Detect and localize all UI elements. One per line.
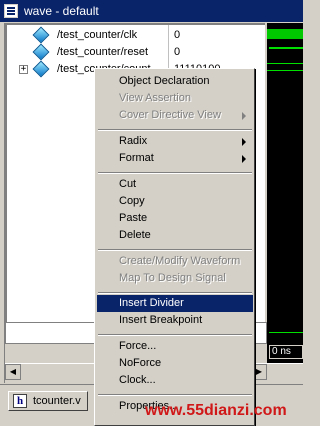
menu-item-create-modify-waveform[interactable]: Create/Modify Waveform xyxy=(97,253,253,270)
menu-item-map-to-design-signal[interactable]: Map To Design Signal xyxy=(97,270,253,287)
menu-separator xyxy=(98,394,252,396)
signal-diamond-icon xyxy=(32,43,50,61)
clk-waveform xyxy=(267,29,303,39)
file-h-icon: h xyxy=(13,394,27,408)
waveform-pane[interactable] xyxy=(267,23,303,371)
menu-item-radix[interactable]: Radix xyxy=(97,133,253,150)
menu-item-force[interactable]: Force... xyxy=(97,338,253,355)
menu-item-paste[interactable]: Paste xyxy=(97,210,253,227)
signal-name: /test_counter/clk xyxy=(57,29,138,41)
menu-separator xyxy=(98,172,252,174)
submenu-arrow-icon xyxy=(242,155,246,163)
menu-item-noforce[interactable]: NoForce xyxy=(97,355,253,372)
menu-item-cover-directive-view[interactable]: Cover Directive View xyxy=(97,107,253,124)
menu-item-delete[interactable]: Delete xyxy=(97,227,253,244)
context-menu: Object Declaration View Assertion Cover … xyxy=(94,68,255,426)
time-ruler xyxy=(269,325,303,333)
menu-item-clock[interactable]: Clock... xyxy=(97,372,253,389)
signal-name: /test_counter/reset xyxy=(57,46,149,58)
menu-separator xyxy=(98,334,252,336)
menu-item-copy[interactable]: Copy xyxy=(97,193,253,210)
tab-tcounter[interactable]: h tcounter.v xyxy=(8,391,88,411)
scroll-left-icon[interactable]: ◀ xyxy=(5,364,21,380)
signal-value: 0 xyxy=(174,29,181,41)
menu-item-insert-breakpoint[interactable]: Insert Breakpoint xyxy=(97,312,253,329)
cursor-time-readout: 0 ns xyxy=(269,345,303,359)
menu-item-insert-divider[interactable]: Insert Divider xyxy=(97,295,253,312)
menu-separator xyxy=(98,249,252,251)
window-title: wave - default xyxy=(24,4,99,18)
menu-item-format[interactable]: Format xyxy=(97,150,253,167)
signal-value: 0 xyxy=(174,46,181,58)
signal-diamond-icon xyxy=(32,26,50,44)
title-bar: wave - default xyxy=(0,0,303,22)
menu-separator xyxy=(98,129,252,131)
tab-label: tcounter.v xyxy=(33,395,81,407)
window-icon xyxy=(4,4,18,18)
watermark: www.55dianzi.com xyxy=(145,402,287,419)
menu-item-object-declaration[interactable]: Object Declaration xyxy=(97,73,253,90)
menu-item-view-assertion[interactable]: View Assertion xyxy=(97,90,253,107)
signal-diamond-icon xyxy=(32,60,50,78)
signal-row-clk[interactable]: /test_counter/clk 0 xyxy=(7,26,265,44)
signal-row-reset[interactable]: /test_counter/reset 0 xyxy=(7,43,265,61)
submenu-arrow-icon xyxy=(242,112,246,120)
expand-plus-icon[interactable]: + xyxy=(19,65,28,74)
menu-separator xyxy=(98,292,252,294)
menu-item-cut[interactable]: Cut xyxy=(97,176,253,193)
count-bus-waveform xyxy=(267,63,303,71)
reset-waveform xyxy=(269,47,303,55)
submenu-arrow-icon xyxy=(242,138,246,146)
